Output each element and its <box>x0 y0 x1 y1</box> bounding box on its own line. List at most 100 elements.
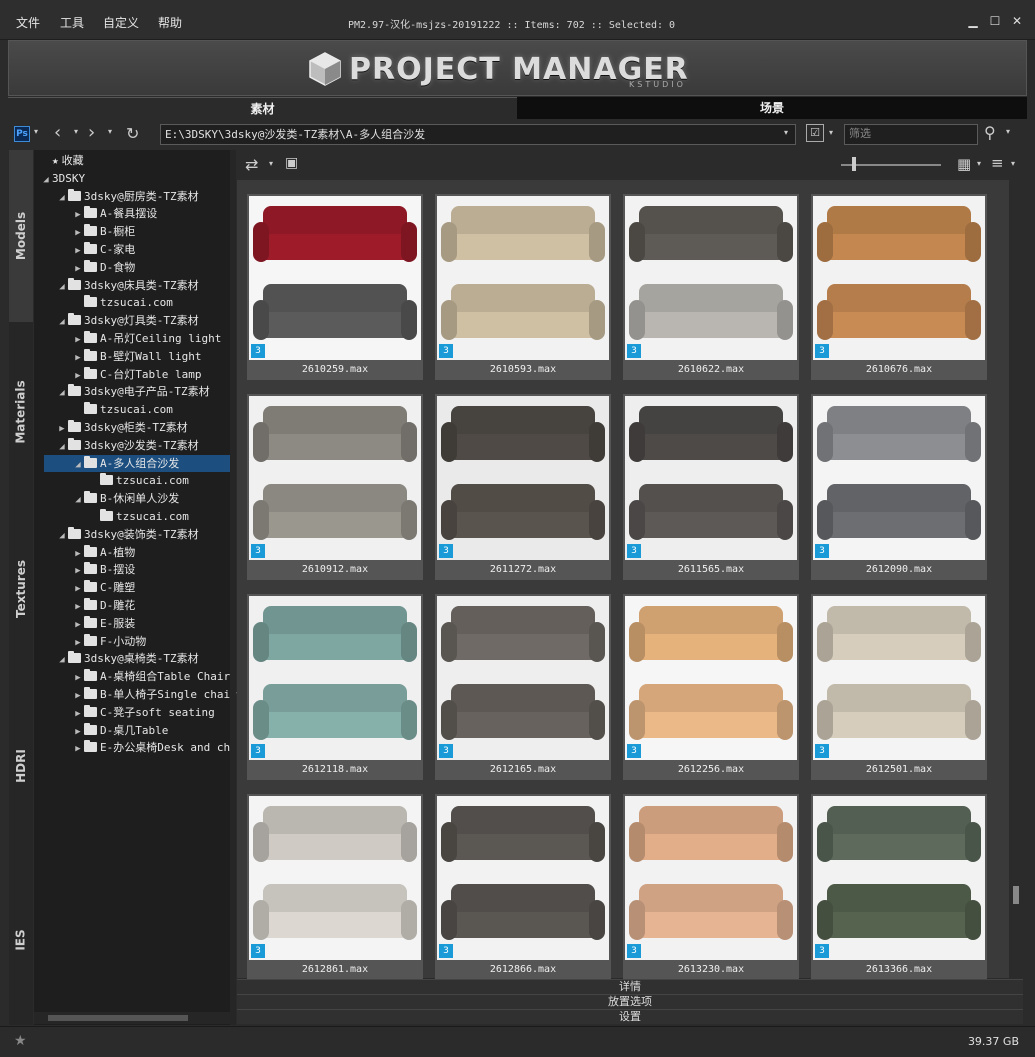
expand-arrow-icon[interactable]: ▶ <box>72 225 84 242</box>
menu-help[interactable]: 帮助 <box>158 14 182 31</box>
menu-tools[interactable]: 工具 <box>60 14 84 31</box>
model-thumbnail-card[interactable]: 3 2611565.max <box>623 394 799 580</box>
expand-arrow-icon[interactable]: ▶ <box>72 741 84 758</box>
tree-hscroll-thumb[interactable] <box>48 1015 188 1021</box>
check-dropdown-icon[interactable]: ▾ <box>829 128 833 137</box>
model-thumbnail-card[interactable]: 3 2612256.max <box>623 594 799 780</box>
collapse-arrow-icon[interactable]: ◢ <box>40 172 52 189</box>
tree-node[interactable]: ★ 收藏 <box>34 152 230 169</box>
collapse-arrow-icon[interactable]: ◢ <box>56 439 68 456</box>
tree-node[interactable]: ▶ D-桌几Table <box>34 722 230 739</box>
tab-scenes[interactable]: 场景 <box>517 97 1027 119</box>
expand-arrow-icon[interactable]: ▶ <box>72 688 84 705</box>
tree-node[interactable]: ◢ B-休闲单人沙发 <box>34 490 230 507</box>
expand-arrow-icon[interactable]: ▶ <box>72 546 84 563</box>
view-dropdown-icon[interactable]: ▾ <box>977 159 981 168</box>
tree-node[interactable]: ▶ C-台灯Table lamp <box>34 366 230 383</box>
model-thumbnail-card[interactable]: 3 2612861.max <box>247 794 423 980</box>
tree-node[interactable]: ▶ C-家电 <box>34 241 230 258</box>
expand-arrow-icon[interactable]: ▶ <box>72 706 84 723</box>
path-input[interactable]: E:\3DSKY\3dsky@沙发类-TZ素材\A-多人组合沙发 <box>160 124 796 145</box>
side-tab-textures[interactable]: Textures <box>9 501 33 676</box>
tree-node[interactable]: ▶ B-摆设 <box>34 561 230 578</box>
photoshop-icon[interactable]: Ps <box>14 126 30 142</box>
thumbnail-size-slider[interactable] <box>841 164 941 166</box>
model-thumbnail-card[interactable]: 3 2610622.max <box>623 194 799 380</box>
tree-node[interactable]: ◢ 3dsky@床具类-TZ素材 <box>34 277 230 294</box>
model-thumbnail-card[interactable]: 3 2610676.max <box>811 194 987 380</box>
check-list-icon[interactable]: ☑ <box>806 124 824 142</box>
expand-arrow-icon[interactable]: ▶ <box>72 261 84 278</box>
collapse-arrow-icon[interactable]: ◢ <box>56 279 68 296</box>
model-thumbnail-card[interactable]: 3 2612090.max <box>811 394 987 580</box>
close-icon[interactable]: ✕ <box>1010 14 1024 28</box>
slider-handle[interactable] <box>852 157 856 171</box>
side-tab-ies[interactable]: IES <box>9 855 33 1025</box>
expand-arrow-icon[interactable]: ▶ <box>72 332 84 349</box>
tree-node[interactable]: ▶ E-服装 <box>34 615 230 632</box>
menu-file[interactable]: 文件 <box>16 14 40 31</box>
tree-node[interactable]: ▶ B-单人椅子Single chair <box>34 686 237 705</box>
collapse-arrow-icon[interactable]: ◢ <box>56 190 68 207</box>
expand-arrow-icon[interactable]: ▶ <box>72 563 84 580</box>
model-thumbnail-card[interactable]: 3 2611272.max <box>435 394 611 580</box>
tab-assets[interactable]: 素材 <box>8 97 517 119</box>
back-dropdown-icon[interactable]: ▾ <box>74 127 78 136</box>
tree-node[interactable]: ▶ B-橱柜 <box>34 223 230 240</box>
tree-node[interactable]: tzsucai.com <box>34 508 230 525</box>
tree-splitter[interactable] <box>230 150 236 1025</box>
model-thumbnail-card[interactable]: 3 2610259.max <box>247 194 423 380</box>
tree-node[interactable]: tzsucai.com <box>34 294 230 311</box>
tree-node[interactable]: ◢ 3dsky@桌椅类-TZ素材 <box>34 650 230 667</box>
tree-node-selected[interactable]: ◢ A-多人组合沙发 <box>44 454 230 474</box>
collapse-arrow-icon[interactable]: ◢ <box>56 314 68 331</box>
expand-arrow-icon[interactable]: ▶ <box>72 670 84 687</box>
grid-vscroll-thumb[interactable] <box>1013 886 1019 904</box>
model-thumbnail-card[interactable]: 3 2610912.max <box>247 394 423 580</box>
tree-node[interactable]: ▶ A-吊灯Ceiling light <box>34 330 230 347</box>
path-dropdown-icon[interactable]: ▾ <box>784 128 788 137</box>
favorite-star-icon[interactable]: ★ <box>14 1033 27 1049</box>
tree-hscrollbar[interactable] <box>34 1012 230 1024</box>
tree-node[interactable]: ◢ 3dsky@装饰类-TZ素材 <box>34 526 230 543</box>
expand-arrow-icon[interactable]: ▶ <box>72 368 84 385</box>
tree-node[interactable]: ◢ 3dsky@灯具类-TZ素材 <box>34 312 230 329</box>
tree-node[interactable]: ▶ C-凳子soft seating <box>34 704 230 721</box>
model-thumbnail-card[interactable]: 3 2613366.max <box>811 794 987 980</box>
maximize-icon[interactable]: ☐ <box>988 14 1002 28</box>
tree-node[interactable]: ▶ A-植物 <box>34 544 230 561</box>
tree-node[interactable]: ▶ D-雕花 <box>34 597 230 614</box>
grid-vscrollbar[interactable] <box>1009 180 1023 978</box>
sort-icon[interactable]: ≡ <box>991 154 1004 172</box>
back-icon[interactable]: ‹ <box>54 122 61 143</box>
collapse-arrow-icon[interactable]: ◢ <box>56 652 68 669</box>
details-panel[interactable]: 详情 <box>237 979 1023 994</box>
expand-arrow-icon[interactable]: ▶ <box>72 617 84 634</box>
tree-node[interactable]: ▶ A-桌椅组合Table Chair <box>34 668 230 685</box>
menu-customize[interactable]: 自定义 <box>103 14 139 31</box>
collapse-arrow-icon[interactable]: ◢ <box>72 457 84 474</box>
search-dropdown-icon[interactable]: ▾ <box>1006 127 1010 136</box>
tree-node[interactable]: ◢ 3dsky@沙发类-TZ素材 <box>34 437 230 454</box>
placement-options-panel[interactable]: 放置选项 <box>237 994 1023 1009</box>
tree-node[interactable]: ◢ 3DSKY <box>34 170 230 187</box>
collapse-arrow-icon[interactable]: ◢ <box>72 492 84 509</box>
tree-node[interactable]: ▶ D-食物 <box>34 259 230 276</box>
filter-input[interactable]: 筛选 <box>844 124 978 145</box>
search-icon[interactable]: ⚲ <box>984 123 996 142</box>
expand-arrow-icon[interactable]: ▶ <box>72 581 84 598</box>
cubes-icon[interactable]: ▣ <box>285 155 298 171</box>
tree-node[interactable]: ▶ 3dsky@柜类-TZ素材 <box>34 419 230 436</box>
forward-icon[interactable]: › <box>88 122 95 143</box>
expand-arrow-icon[interactable]: ▶ <box>72 207 84 224</box>
tree-node[interactable]: ▶ B-壁灯Wall light <box>34 348 230 365</box>
settings-panel[interactable]: 设置 <box>237 1009 1023 1024</box>
model-thumbnail-card[interactable]: 3 2612501.max <box>811 594 987 780</box>
expand-arrow-icon[interactable]: ▶ <box>72 350 84 367</box>
tree-node[interactable]: ▶ C-雕塑 <box>34 579 230 596</box>
expand-arrow-icon[interactable]: ▶ <box>72 635 84 652</box>
tree-node[interactable]: ▶ E-办公桌椅Desk and chair <box>34 739 250 758</box>
ps-dropdown-icon[interactable]: ▾ <box>34 127 38 136</box>
side-tab-hdri[interactable]: HDRI <box>9 678 33 853</box>
expand-arrow-icon[interactable]: ▶ <box>72 724 84 741</box>
